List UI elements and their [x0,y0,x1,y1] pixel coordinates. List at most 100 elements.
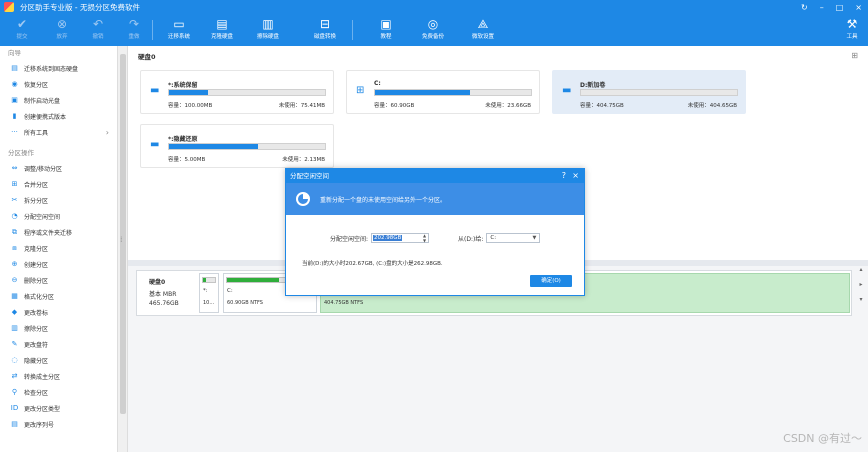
wizard-item[interactable]: ▣ 制作启动光盘 [0,92,117,108]
spinner-icon[interactable]: ▲ ▼ [423,233,426,243]
backup-icon: ◎ [427,17,439,31]
undo-icon: ↶ [92,17,104,31]
disk-map-size: 465.76GB [149,300,179,307]
undo-button[interactable]: ↶ 撤销 [86,16,110,44]
ok-button[interactable]: 确定(O) [530,275,572,287]
ops-item[interactable]: ⧈ 克隆分区 [0,240,117,256]
wizard-item[interactable]: ▮ 创建便携式版本 [0,108,117,124]
refresh-icon[interactable]: ↻ [801,3,808,12]
label-icon: ◆ [11,308,18,316]
check-icon: ✔ [16,17,28,31]
tutorial-button[interactable]: ▣ 教程 [374,16,398,44]
ops-item-label: 格式化分区 [24,293,55,301]
usage-bar [374,89,532,96]
chevron-right-icon: › [105,127,109,137]
ops-item[interactable]: ✎ 更改盘符 [0,336,117,352]
ops-item-label: 调整/移动分区 [24,165,63,173]
disk-wipe-icon: ▥ [262,17,274,31]
ops-item-label: 分配空闲空间 [24,213,61,221]
serial-icon: ▤ [11,420,18,428]
drive-icon: ▬ [562,85,572,96]
ops-item[interactable]: ▥ 擦除分区 [0,320,117,336]
partition-card[interactable]: ⊞ C: 容量：60.90GB 未使用：23.66GB [346,70,540,114]
convert-icon: ⇄ [11,372,18,380]
ops-item[interactable]: ⊕ 创建分区 [0,256,117,272]
ops-item[interactable]: ⊞ 合并分区 [0,176,117,192]
discard-button[interactable]: ⊗ 放弃 [50,16,74,44]
ops-item[interactable]: ⇄ 转换成主分区 [0,368,117,384]
disk-map-part-reserved[interactable]: *: 10... [199,273,219,313]
partition-capacity: 容量：5.00MB [168,157,206,163]
ops-item[interactable]: ▦ 格式化分区 [0,288,117,304]
ops-item[interactable]: ◆ 更改卷标 [0,304,117,320]
splitter-grip[interactable]: ⁞ [120,235,123,244]
ops-item-label: 克隆分区 [24,245,49,253]
free-backup-button[interactable]: ◎ 免费备份 [418,16,448,44]
wizard-item[interactable]: ▤ 迁移系统到固态硬盘 [0,60,117,76]
ops-item[interactable]: ⚲ 检查分区 [0,384,117,400]
create-icon: ⊕ [11,260,18,268]
format-icon: ▦ [11,292,18,300]
portable-icon: ▮ [12,112,17,120]
redo-button[interactable]: ↷ 重做 [122,16,146,44]
ops-item[interactable]: ⇔ 调整/移动分区 [0,160,117,176]
disk-map-type: 基本 MBR [149,291,177,298]
drive-icon: ▬ [150,85,160,96]
target-partition-select[interactable]: C: ▼ [486,233,541,243]
partition-capacity: 容量：60.90GB [374,103,415,109]
ops-item-label: 更改盘符 [24,341,49,349]
close-icon[interactable]: × [855,3,862,12]
ops-item-label: 更改分区类型 [24,405,61,413]
dialog-close-icon[interactable]: × [572,169,579,183]
watermark: CSDN @有过～ [783,432,862,445]
view-toggle-icon[interactable]: ⊞ [851,51,858,60]
ops-item-label: 程序或文件夹迁移 [24,229,73,237]
clone-icon: ⧈ [12,243,17,252]
sidebar-scrollbar[interactable] [118,46,128,452]
ops-item-label: 拆分分区 [24,197,49,205]
bootdisk-icon: ▣ [11,96,18,104]
redo-icon: ↷ [128,17,140,31]
ops-item[interactable]: ◌ 隐藏分区 [0,352,117,368]
disk-convert-button[interactable]: ⊟ 磁盘转换 [310,16,340,44]
more-icon: ··· [11,128,18,136]
ops-item[interactable]: ▤ 更改序列号 [0,416,117,432]
wipe-disk-button[interactable]: ▥ 擦除硬盘 [253,16,283,44]
cancel-circle-icon: ⊗ [56,17,68,31]
tools-button[interactable]: ⚒ 工具 [840,16,864,44]
ops-item[interactable]: ⧉ 程序或文件夹迁移 [0,224,117,240]
pie-chart-icon [296,192,310,206]
ops-item[interactable]: ◔ 分配空闲空间 [0,208,117,224]
ops-item[interactable]: ID 更改分区类型 [0,400,117,416]
wizard-item[interactable]: ◉ 恢复分区 [0,76,117,92]
submit-button[interactable]: ✔ 提交 [10,16,34,44]
migrate-os-button[interactable]: ▭ 迁移系统 [164,16,194,44]
tools-icon: ⚒ [846,17,858,31]
clone-disk-button[interactable]: ▤ 克隆硬盘 [207,16,237,44]
partition-card[interactable]: ▬ *:系统保留 容量：100.00MB 未使用：75.41MB [140,70,334,114]
chevron-down-icon: ▼ [532,235,537,241]
title-bar: 分区助手专业版 - 无损分区免费软件 ↻ – □ × [0,0,868,14]
sidebar: 向导 ▤ 迁移系统到固态硬盘 ◉ 恢复分区 ▣ 制作启动光盘 ▮ 创建便携式版本 ··· 所有工具… [0,46,118,452]
partition-card[interactable]: ▬ D:新加卷 容量：404.75GB 未使用：404.65GB [552,70,746,114]
alloc-size-input[interactable]: 202.98GB ▲ ▼ [371,233,430,243]
resize-icon: ⇔ [11,164,18,172]
partition-free: 未使用：2.13MB [282,157,325,163]
book-icon: ▣ [380,17,392,31]
partition-capacity: 容量：100.00MB [168,103,213,109]
windows-icon: ⊞ [356,85,365,96]
allocate-space-dialog: 分配空闲空间 ? × 重新分配一个盘的未使用空间给另外一个分区。 分配空闲空间:… [285,168,585,296]
wizard-item-label: 迁移系统到固态硬盘 [24,65,79,73]
ops-item[interactable]: ⊖ 删除分区 [0,272,117,288]
minimize-icon[interactable]: – [820,3,824,12]
help-icon[interactable]: ? [562,169,566,183]
disk-map-scroll[interactable]: ▴ ▸ ▾ [856,266,866,318]
disk-convert-icon: ⊟ [319,17,331,31]
allocate-icon: ◔ [11,212,18,220]
appmove-icon: ⧉ [12,227,17,236]
partition-card[interactable]: ▬ *:隐藏还原 容量：5.00MB 未使用：2.13MB [140,124,334,168]
maximize-icon[interactable]: □ [836,3,844,12]
wizard-item[interactable]: ··· 所有工具 › [0,124,117,140]
microsoft-setup-button[interactable]: ⟁ 微软设置 [468,16,498,44]
ops-item[interactable]: ✂ 拆分分区 [0,192,117,208]
